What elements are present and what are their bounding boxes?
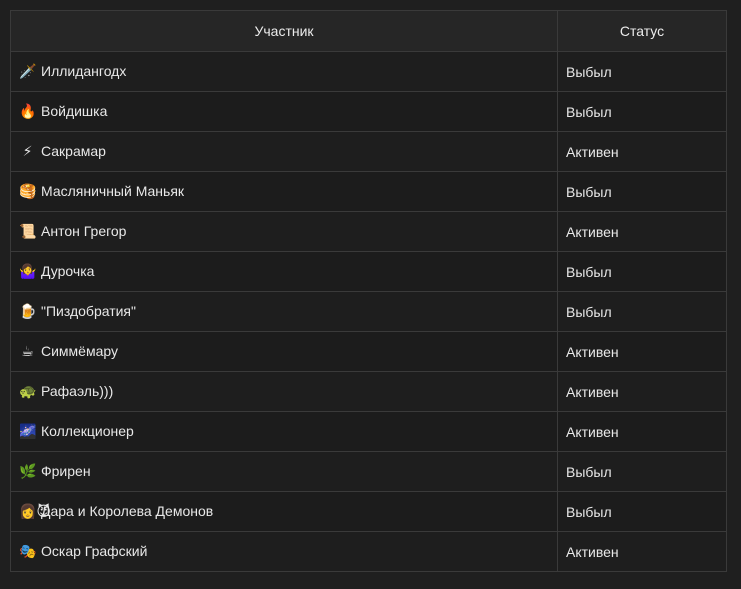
status-cell: Активен [557,211,727,252]
status-cell: Выбыл [557,451,727,492]
status-cell: Активен [557,131,727,172]
participant-cell: 🐢 Рафаэль))) [10,371,558,412]
participant-cell: 🥞 Масляничный Маньяк [10,171,558,212]
status-cell: Активен [557,411,727,452]
participant-name: Войдишка [41,103,108,119]
participants-table: Участник Статус 🗡️ Иллидангодх Выбыл 🔥 Войди… [10,10,727,572]
participant-cell: 🎭 Оскар Графский [10,531,558,572]
participant-name: Сакрамар [41,143,106,159]
table-row: 🎭 Оскар Графский Активен [10,531,727,572]
participant-cell: 🗡️ Иллидангодх [10,51,558,92]
participant-name: Симмёмару [41,343,119,359]
table-row: 🌌 Коллекционер Активен [10,411,727,452]
table-row: 📜 Антон Грегор Активен [10,211,727,252]
participant-name: "Пиздобратия" [41,303,136,319]
lightning-icon: ⚡ [22,144,33,160]
woman-devil-icon: 👩😈 [19,504,52,520]
header-participant: Участник [10,10,558,52]
participant-cell: 🔥 Войдишка [10,91,558,132]
participants-table-container: Участник Статус 🗡️ Иллидангодх Выбыл 🔥 Войди… [10,10,727,572]
participant-name: Масляничный Маньяк [41,183,185,199]
status-cell: Выбыл [557,51,727,92]
participant-name: Иллидангодх [41,63,127,79]
participant-name: Дара и Королева Демонов [41,503,214,519]
participant-name: Фрирен [41,463,91,479]
header-status: Статус [557,10,727,52]
table-row: ⚡ Сакрамар Активен [10,131,727,172]
status-cell: Выбыл [557,171,727,212]
table-row: 🍺 "Пиздобратия" Выбыл [10,291,727,332]
table-row: 🔥 Войдишка Выбыл [10,91,727,132]
status-cell: Выбыл [557,291,727,332]
dagger-icon: 🗡️ [19,64,37,80]
shrug-icon: 🤷‍♀️ [19,264,37,280]
galaxy-icon: 🌌 [19,424,37,440]
status-cell: Выбыл [557,251,727,292]
pancakes-icon: 🥞 [19,184,37,200]
status-cell: Активен [557,331,727,372]
table-row: 🌿 Фрирен Выбыл [10,451,727,492]
participant-cell: 🌿 Фрирен [10,451,558,492]
table-header-row: Участник Статус [10,10,727,52]
participant-cell: ☕ Симмёмару [10,331,558,372]
table-row: ☕ Симмёмару Активен [10,331,727,372]
participant-cell: ⚡ Сакрамар [10,131,558,172]
status-cell: Активен [557,371,727,412]
coffee-icon: ☕ [21,344,34,360]
table-row: 🤷‍♀️ Дурочка Выбыл [10,251,727,292]
status-cell: Выбыл [557,91,727,132]
status-cell: Активен [557,531,727,572]
table-row: 🐢 Рафаэль))) Активен [10,371,727,412]
fire-icon: 🔥 [19,104,37,120]
participant-cell: 👩😈Дара и Королева Демонов [10,491,558,532]
participant-cell: 🌌 Коллекционер [10,411,558,452]
participant-cell: 🍺 "Пиздобратия" [10,291,558,332]
table-row: 👩😈Дара и Королева Демонов Выбыл [10,491,727,532]
status-cell: Выбыл [557,491,727,532]
participant-name: Коллекционер [41,423,134,439]
table-row: 🗡️ Иллидангодх Выбыл [10,51,727,92]
table-body: 🗡️ Иллидангодх Выбыл 🔥 Войдишка Выбыл ⚡ Сакрама… [10,51,727,572]
table-row: 🥞 Масляничный Маньяк Выбыл [10,171,727,212]
participant-name: Антон Грегор [41,223,127,239]
turtle-icon: 🐢 [19,384,37,400]
beer-icon: 🍺 [19,304,37,320]
participant-name: Рафаэль))) [41,383,114,399]
scroll-icon: 📜 [19,224,37,240]
participant-cell: 📜 Антон Грегор [10,211,558,252]
theater-masks-icon: 🎭 [19,544,37,560]
participant-name: Дурочка [41,263,95,279]
participant-cell: 🤷‍♀️ Дурочка [10,251,558,292]
participant-name: Оскар Графский [41,543,148,559]
herb-icon: 🌿 [19,464,37,480]
